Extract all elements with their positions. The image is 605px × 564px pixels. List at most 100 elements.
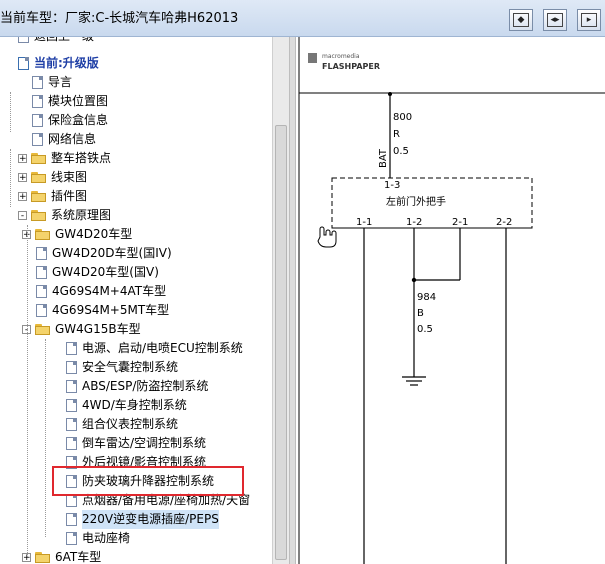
wire-bottom-color: B <box>417 308 424 319</box>
flashpaper-logo-icon <box>308 53 317 63</box>
tree-item[interactable]: 4G69S4M+4AT车型 <box>0 282 272 301</box>
tree-item-label: ABS/ESP/防盗控制系统 <box>82 379 209 393</box>
tree-item-label: 220V逆变电源插座/PEPS <box>82 510 219 529</box>
tree-item[interactable]: 组合仪表控制系统 <box>0 415 272 434</box>
document-icon <box>32 76 43 89</box>
folder-icon <box>31 172 47 184</box>
tree-folder[interactable]: - 系统原理图 <box>0 206 272 225</box>
tree-item-label: 保险盒信息 <box>48 113 109 127</box>
fit-width-button[interactable]: ◂▸ <box>543 9 567 31</box>
document-icon <box>66 399 77 412</box>
logo-top: macromedia <box>322 53 360 60</box>
tree-item-label: 网络信息 <box>48 132 97 146</box>
tree-item-label: 倒车雷达/空调控制系统 <box>82 436 207 450</box>
wire-top-size: 0.5 <box>393 146 409 157</box>
tree-item-label: 整车搭铁点 <box>51 151 112 165</box>
tree-item[interactable]: 网络信息 <box>0 130 272 149</box>
pin-1-2: 1-2 <box>406 217 422 228</box>
tree-item-label: GW4D20D车型(国IV) <box>52 246 172 260</box>
actual-size-button[interactable]: ▸ <box>577 9 601 31</box>
tree-folder[interactable]: + 整车搭铁点 <box>0 149 272 168</box>
tree-item-label: GW4D20车型 <box>55 227 133 241</box>
pin-2-2: 2-2 <box>496 217 512 228</box>
tree-item[interactable]: 导言 <box>0 73 272 92</box>
tree-item[interactable]: 当前:升级版 <box>0 54 272 73</box>
tree-item-label: 6AT车型 <box>55 550 102 564</box>
tree-folder[interactable]: + 插件图 <box>0 187 272 206</box>
folder-icon <box>31 210 47 222</box>
pin-top: 1-3 <box>384 180 400 191</box>
wire-top-color: R <box>393 129 400 140</box>
tree-item[interactable]: ABS/ESP/防盗控制系统 <box>0 377 272 396</box>
splitter[interactable] <box>289 37 296 564</box>
document-icon <box>66 361 77 374</box>
tree-item-label: 模块位置图 <box>48 94 109 108</box>
tree-item-label: 组合仪表控制系统 <box>82 417 179 431</box>
connector-name: 左前门外把手 <box>386 195 446 208</box>
tree-item-label: GW4G15B车型 <box>55 322 141 336</box>
logo-bottom: FLASHPAPER <box>322 62 380 71</box>
tree-folder[interactable]: - GW4G15B车型 <box>0 320 272 339</box>
tree-item[interactable]: 返回上一级 <box>0 37 272 46</box>
pin-1-1: 1-1 <box>356 217 372 228</box>
tree-item-label: 导言 <box>48 75 73 89</box>
selection-highlight-box <box>52 466 244 496</box>
tree-item[interactable]: GW4D20D车型(国IV) <box>0 244 272 263</box>
tree-item[interactable]: 安全气囊控制系统 <box>0 358 272 377</box>
tree-item[interactable]: 电动座椅 <box>0 529 272 548</box>
tree-item[interactable]: 倒车雷达/空调控制系统 <box>0 434 272 453</box>
tree-item-label: 4G69S4M+4AT车型 <box>52 284 167 298</box>
fit-page-button[interactable]: ◆ <box>509 9 533 31</box>
document-icon <box>36 285 47 298</box>
folder-icon <box>31 153 47 165</box>
document-icon <box>18 37 29 43</box>
document-icon <box>66 437 77 450</box>
fit-width-icon: ◂▸ <box>547 13 563 27</box>
tree-guide-line <box>10 92 11 132</box>
document-icon <box>66 380 77 393</box>
tree-item-label: 插件图 <box>51 189 88 203</box>
tree-folder[interactable]: + GW4D20车型 <box>0 225 272 244</box>
user-icon <box>18 57 29 70</box>
wire-bottom-number: 984 <box>417 292 436 303</box>
tree-item-label: 线束图 <box>51 170 88 184</box>
fit-page-icon: ◆ <box>513 13 529 27</box>
folder-icon <box>31 191 47 203</box>
title-bar: 当前车型：厂家:C-长城汽车哈弗H62013 ◆ ◂▸ ▸ <box>0 0 605 37</box>
tree-guide-line <box>10 149 11 207</box>
tree-item-label: 4WD/车身控制系统 <box>82 398 187 412</box>
tree-item-label: 系统原理图 <box>51 208 112 222</box>
folder-icon <box>35 324 51 336</box>
tree-folder[interactable]: +6AT车型 <box>0 548 272 564</box>
folder-icon <box>35 552 51 564</box>
tree-item[interactable]: 4G69S4M+5MT车型 <box>0 301 272 320</box>
tree-item-label: 返回上一级 <box>34 37 94 46</box>
wire-top-number: 800 <box>393 112 412 123</box>
tree-item[interactable]: 220V逆变电源插座/PEPS <box>0 510 272 529</box>
folder-icon <box>35 229 51 241</box>
expand-icon[interactable]: + <box>18 192 27 202</box>
window-title: 当前车型：厂家:C-长城汽车哈弗H62013 <box>0 11 239 26</box>
expand-icon[interactable]: + <box>18 154 27 164</box>
tree-item[interactable]: 电源、启动/电喷ECU控制系统 <box>0 339 272 358</box>
tree-item-label: 当前:升级版 <box>34 56 99 70</box>
collapse-icon[interactable]: - <box>18 211 27 221</box>
tree-item[interactable]: 模块位置图 <box>0 92 272 111</box>
wire-top-label: BAT <box>378 148 389 168</box>
tree-guide-line <box>45 339 46 537</box>
tree-folder[interactable]: + 线束图 <box>0 168 272 187</box>
tree-item-label: 电动座椅 <box>82 531 131 545</box>
tree-item-label: 安全气囊控制系统 <box>82 360 179 374</box>
tree-item-label: 4G69S4M+5MT车型 <box>52 303 170 317</box>
document-icon <box>32 114 43 127</box>
tree-item[interactable]: GW4D20车型(国V) <box>0 263 272 282</box>
document-icon <box>32 133 43 146</box>
wire-bottom-size: 0.5 <box>417 324 433 335</box>
document-icon <box>36 304 47 317</box>
expand-icon[interactable]: + <box>18 173 27 183</box>
tree-item[interactable]: 4WD/车身控制系统 <box>0 396 272 415</box>
tree-guide-line <box>27 225 28 557</box>
scrollbar-thumb[interactable] <box>275 125 287 560</box>
tree-item[interactable]: 保险盒信息 <box>0 111 272 130</box>
tree-scrollbar[interactable] <box>272 37 289 564</box>
